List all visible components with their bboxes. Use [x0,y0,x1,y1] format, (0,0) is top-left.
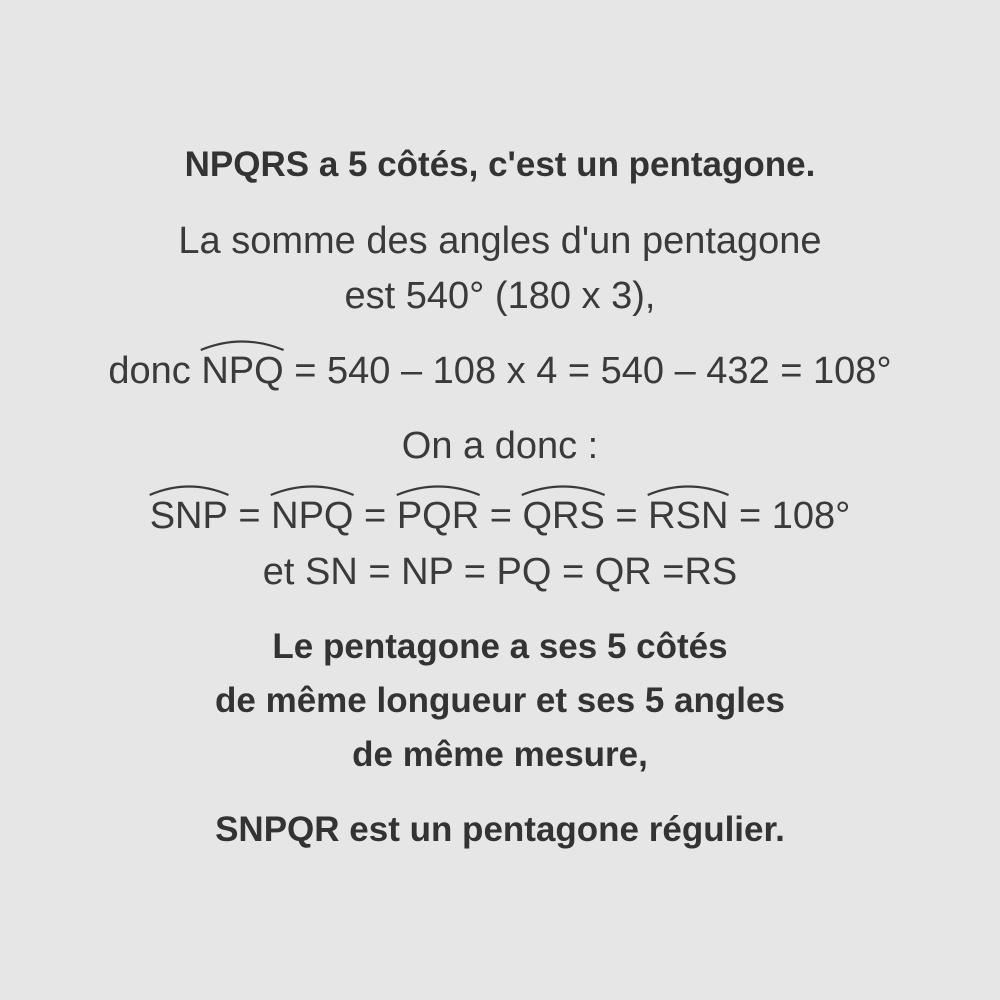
final-statement: SNPQR est un pentagone régulier. [215,810,785,849]
equals-sign: = [604,495,649,537]
sum-line-1: La somme des angles d'un pentagone [178,220,822,262]
angle-qrs: QRS [522,497,604,535]
sum-line-2: est 540° (180 x 3), [344,275,656,317]
angle-snp: SNP [150,497,228,535]
equality-result: = 108° [728,495,851,537]
angle-label: NPQ [271,495,354,537]
angle-hat-icon [395,482,481,496]
angle-label: SNP [149,495,228,537]
heading: NPQRS a 5 côtés, c'est un pentagone. [184,145,816,184]
equals-sign: = [227,495,272,537]
angles-equality-line: SNP = NPQ = PQR = QRS = RSN = 108° [0,497,1000,535]
angle-label: QRS [522,495,605,537]
equals-sign: = [479,495,523,537]
conclusion-line-2: de même longueur et ses 5 angles [215,681,785,720]
angle-rsn: RSN [648,497,728,535]
conclusion-line-3: de même mesure, [352,735,648,774]
angle-hat-icon [199,337,285,351]
angle-npq: NPQ [271,497,353,535]
angle-npq: NPQ [201,352,283,390]
document-page: NPQRS a 5 côtés, c'est un pentagone. La … [0,0,1000,1000]
calc-line: donc NPQ = 540 – 108 x 4 = 540 – 432 = 1… [0,352,1000,390]
angle-hat-icon [520,482,606,496]
sides-equality-line: et SN = NP = PQ = QR =RS [262,551,738,593]
calc-prefix: donc [108,350,202,392]
angle-pqr: PQR [397,497,479,535]
angle-hat-icon [148,482,230,496]
angle-hat-icon [269,482,355,496]
equals-sign: = [353,495,397,537]
on-a-donc: On a donc : [401,425,599,467]
angle-label: NPQ [201,350,284,392]
conclusion-line-1: Le pentagone a ses 5 côtés [272,627,728,666]
angle-label: PQR [396,495,480,537]
angle-hat-icon [646,482,730,496]
angle-label: RSN [648,495,729,537]
calc-expression: = 540 – 108 x 4 = 540 – 432 = 108° [283,350,892,392]
